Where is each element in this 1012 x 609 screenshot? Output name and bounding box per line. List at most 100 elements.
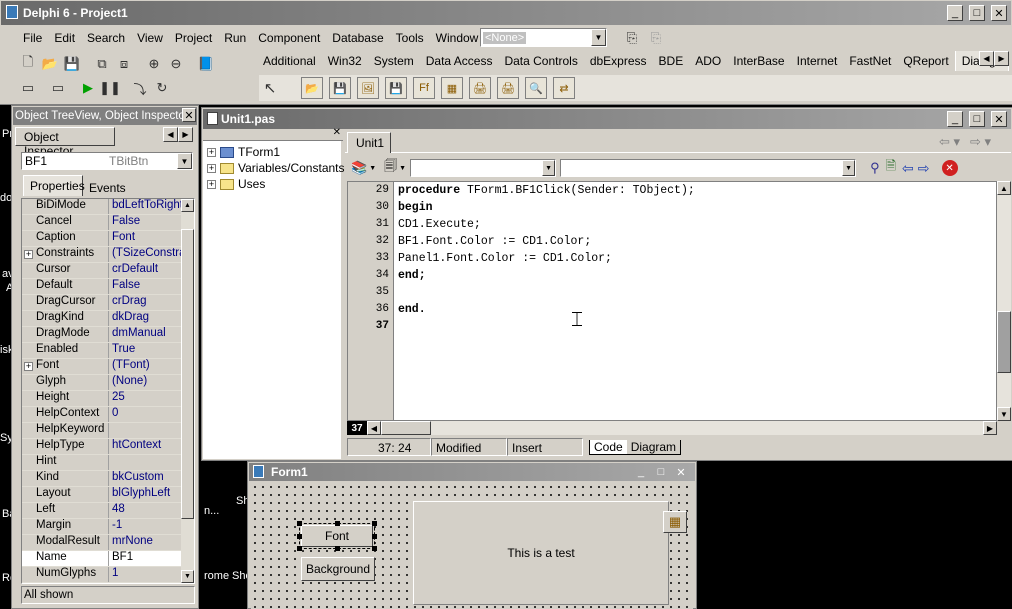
property-value[interactable]: htContext <box>109 439 182 454</box>
palette-tab-data-access[interactable]: Data Access <box>420 51 499 71</box>
close-button[interactable]: ✕ <box>673 464 689 480</box>
property-value[interactable]: crDrag <box>109 295 182 310</box>
find-dialog-icon[interactable]: 🔍 <box>525 77 547 99</box>
open-project-icon[interactable]: ⧈ <box>113 53 135 75</box>
form-icon[interactable]: 🗐 <box>384 157 397 179</box>
scrollbar-thumb[interactable] <box>381 421 431 435</box>
property-row[interactable]: + Font (TFont) <box>22 359 182 375</box>
save-picture-dialog-icon[interactable]: 💾 <box>385 77 407 99</box>
menu-edit[interactable]: Edit <box>54 31 75 45</box>
chevron-down-icon[interactable]: ▼ <box>842 160 856 176</box>
palette-tab-ado[interactable]: ADO <box>689 51 727 71</box>
form1-title-bar[interactable]: Form1 _ □ ✕ <box>249 463 695 481</box>
menu-view[interactable]: View <box>137 31 163 45</box>
desktop-combo[interactable]: <None> ▼ <box>480 28 607 47</box>
print-dialog-icon[interactable]: 🖨 <box>469 77 491 99</box>
property-row[interactable]: DragMode dmManual <box>22 327 182 343</box>
palette-tab-dbexpress[interactable]: dbExpress <box>584 51 653 71</box>
property-row[interactable]: Glyph (None) <box>22 375 182 391</box>
property-value[interactable]: 0 <box>109 407 182 422</box>
stop-icon[interactable]: ✕ <box>941 160 958 176</box>
property-row[interactable]: Caption Font <box>22 231 182 247</box>
property-row[interactable]: BiDiMode bdLeftToRight <box>22 199 182 215</box>
editor-title-bar[interactable]: Unit1.pas _ □ ✕ <box>203 109 1011 129</box>
scroll-left-icon[interactable]: ◀ <box>163 127 178 142</box>
unit-icon[interactable]: 📚 <box>351 160 367 176</box>
property-row[interactable]: NumGlyphs 1 <box>22 567 182 583</box>
page-icon[interactable]: 🗎 <box>886 157 896 179</box>
palette-tab-bde[interactable]: BDE <box>653 51 690 71</box>
chevron-down-icon[interactable]: ▼ <box>591 29 606 46</box>
property-value[interactable]: 1 <box>109 567 182 582</box>
color-dialog-icon[interactable]: ▦ <box>663 511 687 533</box>
property-value[interactable]: crDefault <box>109 263 182 278</box>
back-icon[interactable]: ⇦ ▾ <box>939 134 960 150</box>
color-dialog-icon[interactable]: ▦ <box>441 77 463 99</box>
pause-icon[interactable]: ❚❚ <box>99 77 121 99</box>
close-icon[interactable]: ✕ <box>333 127 341 138</box>
code-line[interactable]: Panel1.Font.Color := CD1.Color; <box>398 252 612 265</box>
property-value[interactable]: False <box>109 215 182 230</box>
debug-desktop-icon[interactable]: ⎘ <box>645 27 667 49</box>
toggle-form-unit-icon[interactable]: ▭ <box>17 77 39 99</box>
tree-item-uses[interactable]: + Uses <box>207 177 265 191</box>
property-value[interactable]: BF1 <box>109 551 182 566</box>
property-value[interactable]: (None) <box>109 375 182 390</box>
chevron-down-icon[interactable]: ▼ <box>542 160 556 176</box>
tree-item-tform1[interactable]: + TForm1 <box>207 145 280 159</box>
maximize-button[interactable]: □ <box>653 464 669 480</box>
expand-icon[interactable]: + <box>24 250 33 259</box>
property-row[interactable]: ModalResult mrNone <box>22 535 182 551</box>
save-dialog-icon[interactable]: 💾 <box>329 77 351 99</box>
property-value[interactable]: Font <box>109 231 182 246</box>
palette-tab-fastnet[interactable]: FastNet <box>843 51 897 71</box>
selection-handle[interactable] <box>335 521 340 526</box>
font-button[interactable]: Font <box>301 525 373 547</box>
selection-handle[interactable] <box>372 521 377 526</box>
code-line[interactable]: end; <box>398 269 426 282</box>
selection-handle[interactable] <box>372 546 377 551</box>
property-row[interactable]: Enabled True <box>22 343 182 359</box>
component-selector[interactable]: BF1 TBitBtn ▼ <box>21 152 193 170</box>
add-file-icon[interactable]: ⊕ <box>143 53 165 75</box>
save-all-icon[interactable]: ⧉ <box>91 53 113 75</box>
property-value[interactable]: (TSizeConstraints) <box>109 247 182 262</box>
font-dialog-icon[interactable]: Ff <box>413 77 435 99</box>
property-row[interactable]: HelpKeyword <box>22 423 182 439</box>
panel1[interactable]: This is a test <box>413 501 669 605</box>
method-combo[interactable]: ▼ <box>560 159 857 177</box>
selection-handle[interactable] <box>297 546 302 551</box>
palette-tab-system[interactable]: System <box>368 51 420 71</box>
selection-handle[interactable] <box>297 534 302 539</box>
menu-window[interactable]: Window <box>436 31 479 45</box>
tab-events[interactable]: Events <box>85 178 130 198</box>
tab-unit1[interactable]: Unit1 <box>347 132 391 153</box>
chevron-down-icon[interactable]: ▼ <box>369 165 376 172</box>
open-picture-dialog-icon[interactable]: 🖼 <box>357 77 379 99</box>
menu-project[interactable]: Project <box>175 31 212 45</box>
property-scrollbar[interactable]: ▲ ▼ <box>181 199 194 583</box>
property-row[interactable]: DragCursor crDrag <box>22 295 182 311</box>
property-value[interactable]: True <box>109 343 182 358</box>
background-button[interactable]: Background <box>301 557 375 581</box>
tree-item-variables[interactable]: + Variables/Constants <box>207 161 345 175</box>
selection-handle[interactable] <box>297 521 302 526</box>
tab-diagram[interactable]: Diagram <box>626 439 682 455</box>
code-line[interactable]: begin <box>398 201 433 214</box>
view-unit-icon[interactable]: ▭ <box>47 77 69 99</box>
property-row[interactable]: +Constraints(TSizeConstraints) <box>22 247 182 263</box>
menu-tools[interactable]: Tools <box>396 31 424 45</box>
property-value[interactable]: dkDrag <box>109 311 182 326</box>
code-line[interactable]: CD1.Execute; <box>398 218 481 231</box>
binoculars-icon[interactable]: ⚲ <box>870 160 880 176</box>
scrollbar-thumb[interactable] <box>181 229 194 519</box>
menu-run[interactable]: Run <box>224 31 246 45</box>
property-value[interactable]: 48 <box>109 503 182 518</box>
menu-database[interactable]: Database <box>332 31 383 45</box>
property-value[interactable]: blGlyphLeft <box>109 487 182 502</box>
open-dialog-icon[interactable]: 📂 <box>301 77 323 99</box>
menu-component[interactable]: Component <box>258 31 320 45</box>
explorer-grip[interactable]: ✕ <box>203 127 343 141</box>
remove-file-icon[interactable]: ⊖ <box>165 53 187 75</box>
code-vscrollbar[interactable]: ▲ ▼ <box>997 181 1011 421</box>
